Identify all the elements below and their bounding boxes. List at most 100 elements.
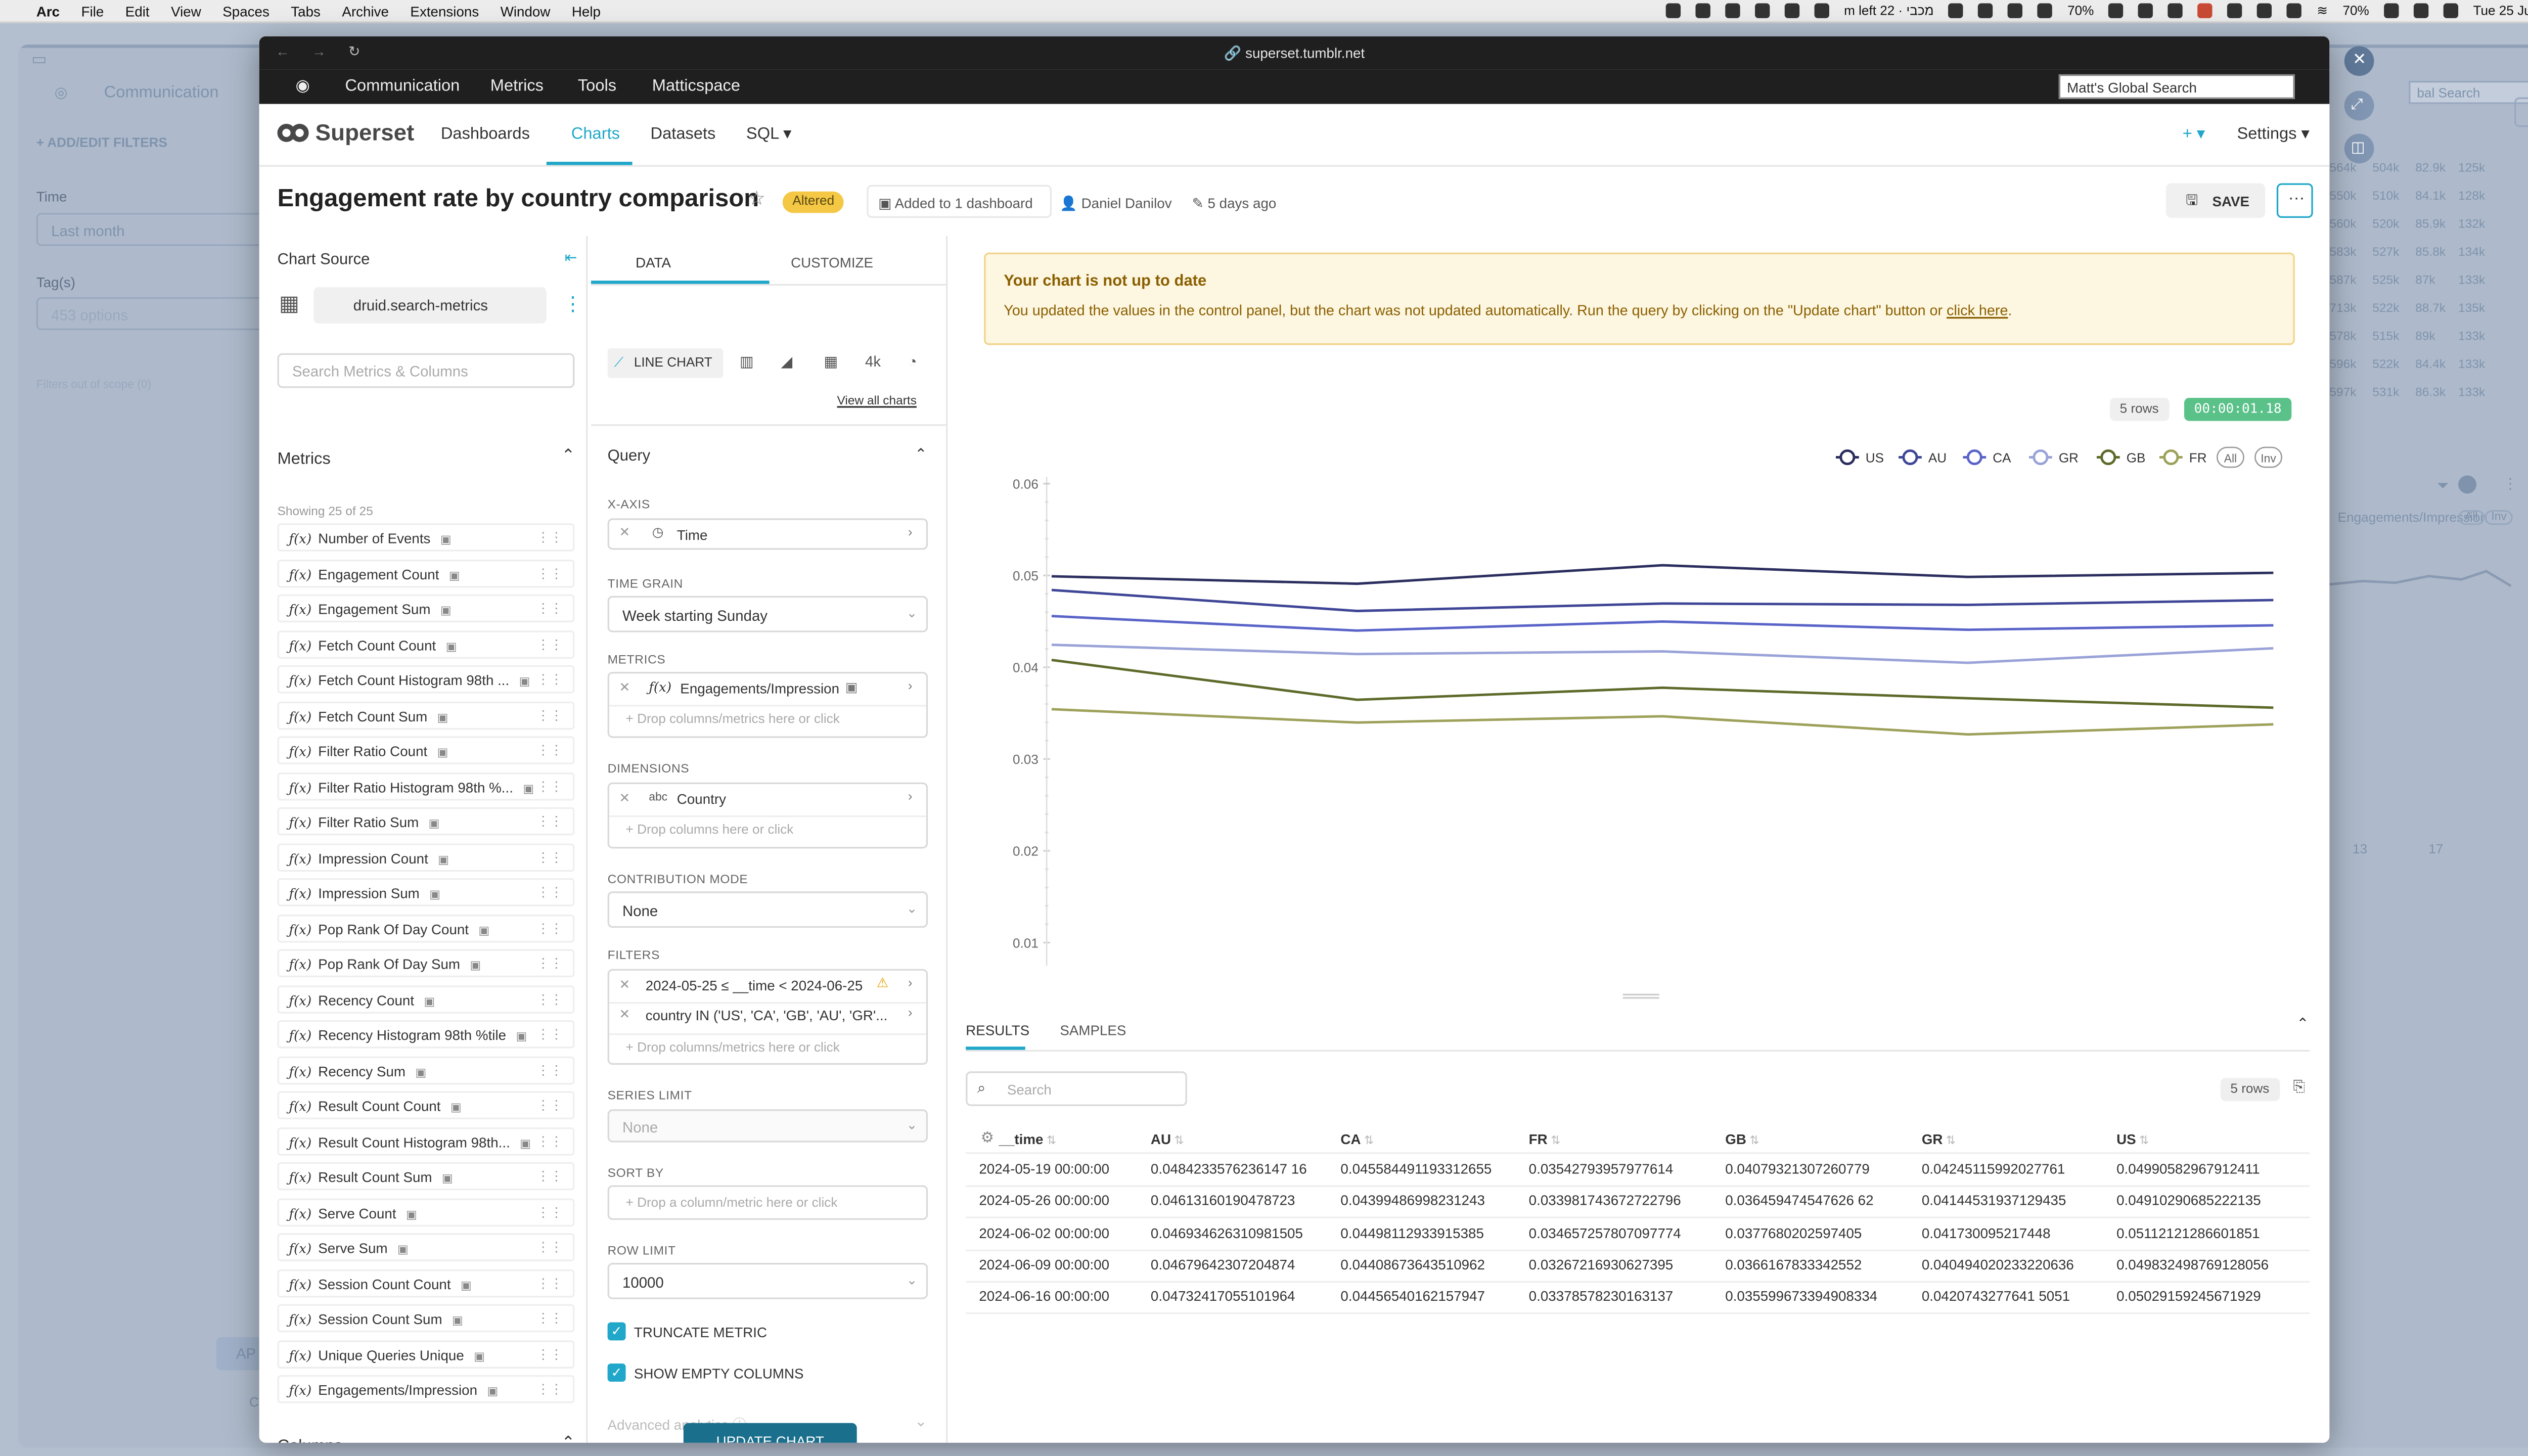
wifi-icon[interactable]: ≋ xyxy=(2317,4,2328,18)
menu-archive[interactable]: Archive xyxy=(342,3,389,19)
bg-edit-button[interactable] xyxy=(2514,97,2528,127)
drag-handle-icon[interactable]: ⋮⋮ xyxy=(536,920,563,935)
truncate-checkbox[interactable]: ✓ TRUNCATE METRIC xyxy=(607,1317,767,1347)
metrics-section-title[interactable]: Metrics xyxy=(278,450,331,469)
close-split-button[interactable]: ✕ xyxy=(2344,46,2374,76)
bg-all-button[interactable]: All xyxy=(2458,510,2485,525)
metric-item[interactable]: ƒ(x) Pop Rank Of Day Sum ▣ ⋮⋮ xyxy=(277,949,575,978)
metric-item[interactable]: ƒ(x) Serve Count ▣ ⋮⋮ xyxy=(277,1197,575,1226)
altered-badge[interactable]: Altered xyxy=(782,191,844,213)
drop-columns-zone[interactable]: + Drop columns here or click xyxy=(626,822,794,837)
drag-handle-icon[interactable]: ⋮⋮ xyxy=(536,779,563,793)
dimension-value[interactable]: Country xyxy=(677,791,726,807)
dataset-menu-icon[interactable]: ⋮ xyxy=(563,292,582,315)
legend-item-CA[interactable]: CA xyxy=(1963,449,2011,465)
legend-inv-button[interactable]: Inv xyxy=(2254,446,2282,468)
metric-item[interactable]: ƒ(x) Filter Ratio Count ▣ ⋮⋮ xyxy=(277,736,575,764)
copy-icon[interactable]: ⎘ xyxy=(2293,1078,2306,1096)
bg-more-icon[interactable]: ⋮ xyxy=(2503,475,2517,493)
legend-all-button[interactable]: All xyxy=(2216,446,2244,468)
bar-chart-icon[interactable]: ▥ xyxy=(740,353,754,372)
pie-chart-icon[interactable]: ◔ xyxy=(908,353,917,370)
nav-dashboards[interactable]: Dashboards xyxy=(441,125,530,144)
advanced-expand-icon[interactable]: ⌄ xyxy=(915,1413,927,1431)
column-header[interactable]: GB ⇅ xyxy=(1725,1131,1759,1148)
column-header[interactable]: FR ⇅ xyxy=(1529,1131,1561,1148)
drag-handle-icon[interactable]: ⋮⋮ xyxy=(536,1169,563,1184)
bg-clear[interactable]: C xyxy=(249,1395,259,1409)
metric-item[interactable]: ƒ(x) Pop Rank Of Day Count ▣ ⋮⋮ xyxy=(277,914,575,942)
drop-metrics-zone[interactable]: + Drop columns/metrics here or click xyxy=(626,711,840,726)
contribution-select[interactable]: None ⌄ xyxy=(607,891,928,928)
column-header[interactable]: __time ⇅ xyxy=(999,1131,1056,1148)
drag-handle-icon[interactable]: ⋮⋮ xyxy=(536,1133,563,1148)
battery-icon[interactable] xyxy=(2384,3,2399,18)
dataset-name[interactable]: druid.search-metrics xyxy=(313,287,547,324)
drag-handle-icon[interactable]: ⋮⋮ xyxy=(536,565,563,580)
battery-percent-2[interactable]: 70% xyxy=(2342,4,2369,18)
results-collapse-icon[interactable]: ⌃ xyxy=(2296,1015,2309,1033)
legend-item-GB[interactable]: GB xyxy=(2096,449,2146,465)
legend-item-US[interactable]: US xyxy=(1836,449,1884,465)
url-bar[interactable]: 🔗 superset.tumblr.net xyxy=(259,44,2330,63)
dashboards-meta[interactable]: ▣ Added to 1 dashboard xyxy=(867,185,1052,218)
remove-filter-icon-2[interactable]: ✕ xyxy=(619,1007,630,1022)
bg-inv-button[interactable]: Inv xyxy=(2485,510,2513,525)
menu-help[interactable]: Help xyxy=(572,3,601,19)
xaxis-field[interactable]: ✕ ◷ Time › xyxy=(607,518,928,550)
legend-item-FR[interactable]: FR xyxy=(2159,449,2207,465)
column-header[interactable]: GR ⇅ xyxy=(1922,1131,1956,1148)
microphone-icon[interactable] xyxy=(2198,3,2213,18)
metric-item[interactable]: ƒ(x) Recency Histogram 98th %tile ▣ ⋮⋮ xyxy=(277,1020,575,1049)
series-line-GB[interactable] xyxy=(1051,659,2274,709)
query-collapse-icon[interactable]: ⌃ xyxy=(915,446,927,464)
series-limit-select[interactable]: None ⌄ xyxy=(607,1109,928,1143)
metric-item[interactable]: ƒ(x) Serve Sum ▣ ⋮⋮ xyxy=(277,1233,575,1261)
legend-item-GR[interactable]: GR xyxy=(2029,449,2079,465)
line-chart-button[interactable]: ⟋ LINE CHART xyxy=(607,348,724,378)
bg-time-select[interactable]: Last month xyxy=(36,213,267,246)
drag-handle-icon[interactable]: ⋮⋮ xyxy=(536,1382,563,1396)
columns-section-title[interactable]: Columns xyxy=(278,1438,343,1443)
metric-item[interactable]: ƒ(x) Engagements/Impression ▣ ⋮⋮ xyxy=(277,1375,575,1403)
shortcut-icon[interactable] xyxy=(2257,3,2273,18)
metrics-collapse-icon[interactable]: ⌃ xyxy=(561,447,575,466)
menu-edit[interactable]: Edit xyxy=(125,3,150,19)
bg-add-filters[interactable]: + ADD/EDIT FILTERS xyxy=(36,135,167,150)
row-limit-select[interactable]: 10000 ⌄ xyxy=(607,1262,928,1299)
series-line-FR[interactable] xyxy=(1051,708,2274,736)
app-icon[interactable] xyxy=(1978,3,1994,18)
menu-file[interactable]: File xyxy=(81,3,104,19)
modified-meta[interactable]: ✎ 5 days ago xyxy=(1192,195,1277,213)
save-button[interactable]: 🖫 SAVE xyxy=(2166,183,2265,218)
legend-item-AU[interactable]: AU xyxy=(1899,449,1947,465)
drop-filters-zone[interactable]: + Drop columns/metrics here or click xyxy=(626,1040,840,1055)
top-nav-tools[interactable]: Tools xyxy=(578,77,616,96)
drag-handle-icon[interactable]: ⋮⋮ xyxy=(536,707,563,722)
metric-value[interactable]: Engagements/Impression xyxy=(680,680,839,697)
search-icon[interactable] xyxy=(1754,3,1770,18)
metric-item[interactable]: ƒ(x) Unique Queries Unique ▣ ⋮⋮ xyxy=(277,1339,575,1368)
siri-icon[interactable] xyxy=(2443,3,2459,18)
metric-item[interactable]: ƒ(x) Fetch Count Count ▣ ⋮⋮ xyxy=(277,629,575,658)
superset-logo[interactable]: Superset xyxy=(277,119,414,145)
drag-handle-icon[interactable]: ⋮⋮ xyxy=(536,636,563,651)
drag-handle-icon[interactable]: ⋮⋮ xyxy=(536,1240,563,1254)
drag-handle-icon[interactable]: ⋮⋮ xyxy=(536,672,563,687)
metric-item[interactable]: ƒ(x) Session Count Count ▣ ⋮⋮ xyxy=(277,1268,575,1297)
resize-handle[interactable] xyxy=(1622,993,1659,999)
bg-filter-icon[interactable]: ⏷ xyxy=(2437,477,2449,495)
monitor-icon[interactable] xyxy=(2038,3,2053,18)
control-center-icon[interactable] xyxy=(2413,3,2429,18)
bg-filters-scope[interactable]: Filters out of scope (0) xyxy=(36,380,151,391)
tab-data[interactable]: DATA xyxy=(636,254,671,271)
metric-item[interactable]: ƒ(x) Engagement Sum ▣ ⋮⋮ xyxy=(277,594,575,623)
drag-handle-icon[interactable]: ⋮⋮ xyxy=(536,530,563,544)
menu-app[interactable]: Arc xyxy=(36,3,60,19)
top-logo-icon[interactable]: ◉ xyxy=(295,77,310,96)
global-search-input[interactable]: Matt's Global Search xyxy=(2058,74,2295,99)
clock[interactable]: Tue 25 Jun 14:38 xyxy=(2473,4,2528,18)
drag-handle-icon[interactable]: ⋮⋮ xyxy=(536,814,563,829)
drag-handle-icon[interactable]: ⋮⋮ xyxy=(536,1311,563,1326)
top-nav-matticspace[interactable]: Matticspace xyxy=(652,77,740,96)
